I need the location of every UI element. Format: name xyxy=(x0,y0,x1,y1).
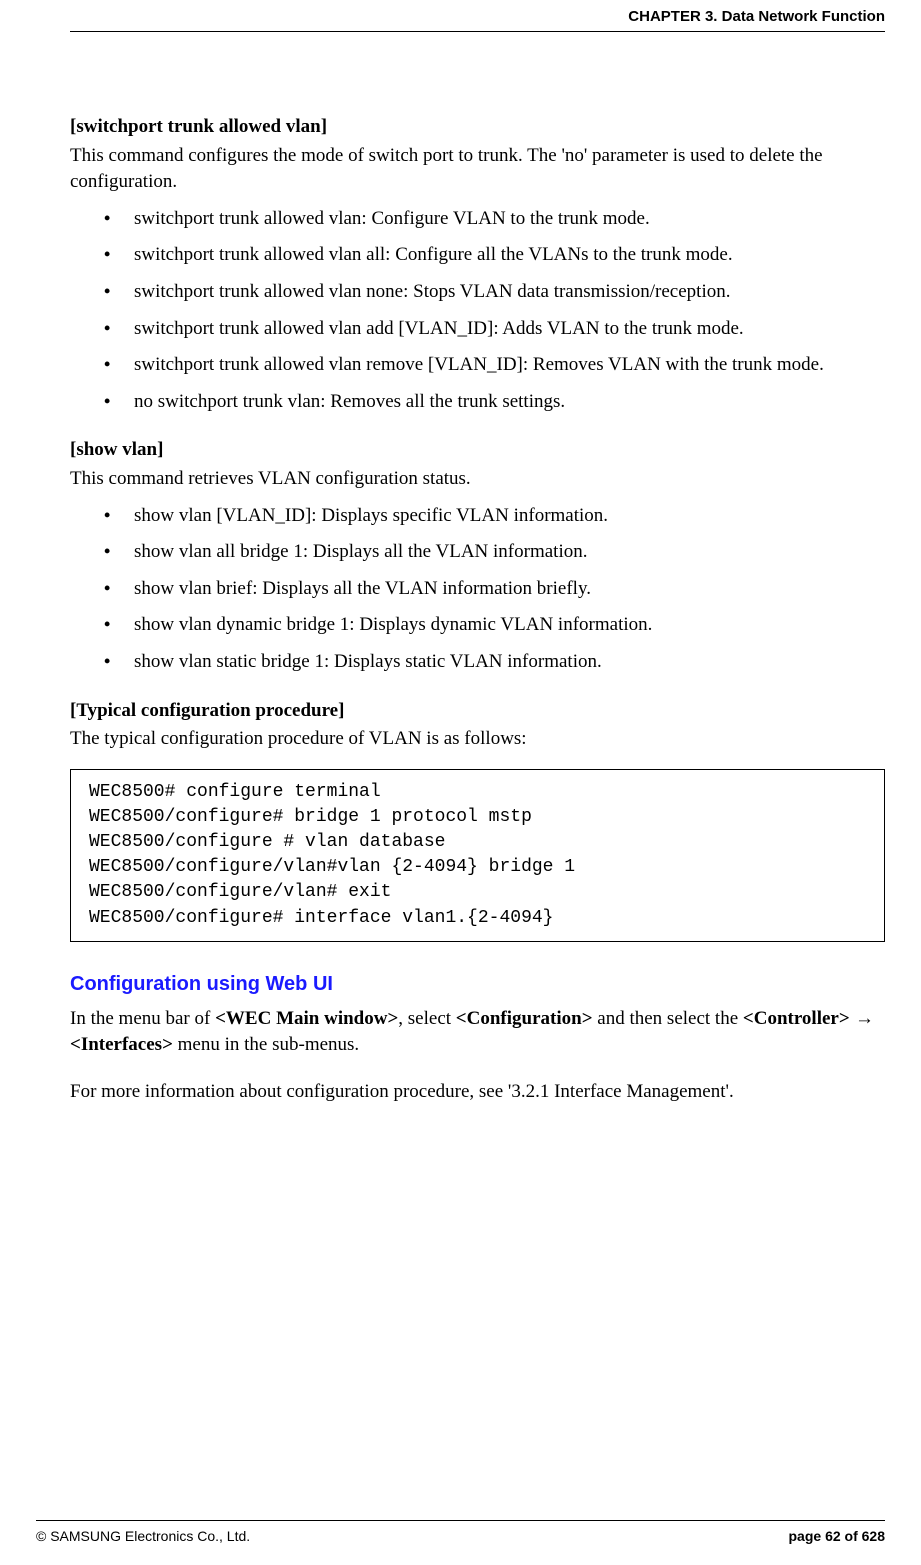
section-switchport-title: [switchport trunk allowed vlan] xyxy=(70,114,885,141)
section-procedure-title: [Typical configuration procedure] xyxy=(70,698,885,725)
list-item: show vlan dynamic bridge 1: Displays dyn… xyxy=(104,612,885,639)
list-item: show vlan brief: Displays all the VLAN i… xyxy=(104,576,885,603)
list-item: switchport trunk allowed vlan all: Confi… xyxy=(104,242,885,269)
list-item: no switchport trunk vlan: Removes all th… xyxy=(104,389,885,416)
menu-configuration: <Configuration> xyxy=(456,1008,593,1029)
menu-controller: <Controller> xyxy=(743,1008,850,1029)
section-showvlan-desc: This command retrieves VLAN configuratio… xyxy=(70,466,885,493)
list-item: show vlan static bridge 1: Displays stat… xyxy=(104,649,885,676)
list-item: switchport trunk allowed vlan: Configure… xyxy=(104,206,885,233)
footer-page-number: page 62 of 628 xyxy=(789,1527,886,1547)
menu-interfaces: <Interfaces> xyxy=(70,1034,173,1055)
section-showvlan-title: [show vlan] xyxy=(70,437,885,464)
list-item: switchport trunk allowed vlan none: Stop… xyxy=(104,279,885,306)
page-header: CHAPTER 3. Data Network Function xyxy=(70,0,885,32)
text: and then select the xyxy=(593,1008,743,1029)
page-footer: © SAMSUNG Electronics Co., Ltd. page 62 … xyxy=(36,1520,885,1547)
menu-wec-main: <WEC Main window> xyxy=(215,1008,398,1029)
text: menu in the sub-menus. xyxy=(173,1034,359,1055)
chapter-title: CHAPTER 3. Data Network Function xyxy=(628,8,885,25)
switchport-list: switchport trunk allowed vlan: Configure… xyxy=(70,206,885,416)
document-page: CHAPTER 3. Data Network Function [switch… xyxy=(0,0,921,1565)
arrow-icon: → xyxy=(850,1008,874,1029)
list-item: show vlan [VLAN_ID]: Displays specific V… xyxy=(104,503,885,530)
page-content: [switchport trunk allowed vlan] This com… xyxy=(70,32,885,1230)
list-item: show vlan all bridge 1: Displays all the… xyxy=(104,539,885,566)
text: , select xyxy=(398,1008,456,1029)
section-switchport-desc: This command configures the mode of swit… xyxy=(70,143,885,196)
webui-paragraph-1: In the menu bar of <WEC Main window>, se… xyxy=(70,1006,885,1059)
section-procedure-desc: The typical configuration procedure of V… xyxy=(70,726,885,753)
webui-heading: Configuration using Web UI xyxy=(70,970,885,998)
code-block: WEC8500# configure terminal WEC8500/conf… xyxy=(70,769,885,942)
webui-paragraph-2: For more information about configuration… xyxy=(70,1079,885,1106)
footer-copyright: © SAMSUNG Electronics Co., Ltd. xyxy=(36,1527,250,1547)
list-item: switchport trunk allowed vlan remove [VL… xyxy=(104,352,885,379)
text: In the menu bar of xyxy=(70,1008,215,1029)
list-item: switchport trunk allowed vlan add [VLAN_… xyxy=(104,316,885,343)
showvlan-list: show vlan [VLAN_ID]: Displays specific V… xyxy=(70,503,885,676)
